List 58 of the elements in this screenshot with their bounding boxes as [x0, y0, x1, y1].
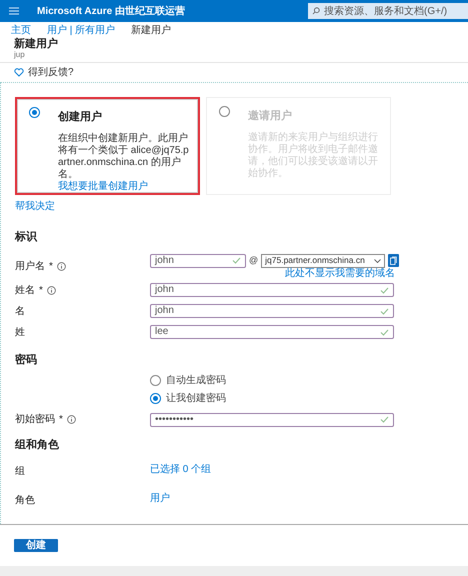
required-mark: *: [59, 413, 63, 427]
search-icon: [312, 7, 320, 15]
create-button[interactable]: 创建: [14, 539, 58, 552]
copy-button[interactable]: [388, 254, 400, 267]
password-field[interactable]: •••••••••••: [150, 412, 394, 426]
value-link[interactable]: 已选择 0 个组: [150, 462, 212, 477]
bulk-create-link[interactable]: 我想要批量创建用户: [58, 180, 190, 192]
at-sign: @: [249, 254, 258, 267]
username-field[interactable]: john: [150, 254, 246, 268]
field-label: 角色: [15, 494, 35, 506]
info-icon: [66, 415, 76, 424]
chevron-down-icon: [374, 258, 382, 262]
feedback-link[interactable]: 得到反馈?: [28, 65, 74, 80]
radio-button[interactable]: [150, 393, 161, 404]
radio-button[interactable]: [219, 106, 230, 117]
option-description: 在组织中创建新用户。此用户将有一个类似于 alice@jq75.partner.onmschina.cn 的用户名。: [58, 132, 190, 180]
section-heading: 组和角色: [15, 438, 60, 453]
checkmark-icon: [232, 257, 241, 264]
radio-button[interactable]: [150, 375, 161, 386]
field-label: 姓名: [15, 284, 35, 298]
field-label: 名: [15, 304, 25, 318]
breadcrumb-link[interactable]: 用户 | 所有用户: [47, 22, 116, 38]
field-label: 姓: [15, 326, 25, 340]
copy-icon: [390, 256, 398, 265]
checkmark-icon: [380, 328, 389, 336]
field-label: 初始密码: [15, 412, 55, 427]
breadcrumb-link[interactable]: 主页: [11, 22, 31, 38]
field-label: 用户名: [15, 260, 45, 274]
search-field[interactable]: 搜索资源、服务和文档(G+/): [308, 3, 468, 19]
option-card[interactable]: 创建用户 在组织中创建新用户。此用户将有一个类似于 alice@jq75.partner.onmschina.cn 的用户名。 我想要批量创建用户: [15, 97, 200, 195]
radio-button[interactable]: [29, 107, 40, 118]
menu-icon[interactable]: [9, 7, 19, 15]
info-icon: [56, 262, 66, 270]
text-field[interactable]: lee: [150, 325, 394, 339]
domain-help-link[interactable]: 此处不显示我需要的域名: [285, 268, 396, 278]
value-link[interactable]: 用户: [150, 491, 170, 506]
breadcrumb-current: 新建用户: [131, 24, 172, 38]
checkmark-icon: [380, 416, 389, 423]
domain-dropdown[interactable]: jq75.partner.onmschina.cn: [261, 254, 386, 268]
page-title: 新建用户: [14, 38, 59, 50]
checkmark-icon: [380, 308, 389, 314]
required-mark: *: [49, 260, 53, 274]
page-subtitle: jup: [14, 50, 26, 60]
option-title: 邀请用户: [248, 108, 293, 124]
radio-label: 自动生成密码: [166, 374, 226, 388]
section-heading: 标识: [15, 230, 38, 245]
info-icon: [46, 286, 56, 294]
required-mark: *: [39, 284, 43, 298]
text-field[interactable]: john: [150, 304, 394, 318]
section-heading: 密码: [15, 352, 38, 368]
field-label: 组: [15, 466, 25, 476]
checkmark-icon: [380, 286, 389, 294]
radio-label: 让我创建密码: [166, 392, 226, 406]
text-field[interactable]: john: [150, 283, 394, 297]
app-title: Microsoft Azure 由世纪互联运营: [37, 4, 185, 18]
help-link[interactable]: 帮我决定: [15, 199, 454, 214]
heart-icon[interactable]: [14, 68, 24, 77]
option-title: 创建用户: [58, 110, 103, 125]
